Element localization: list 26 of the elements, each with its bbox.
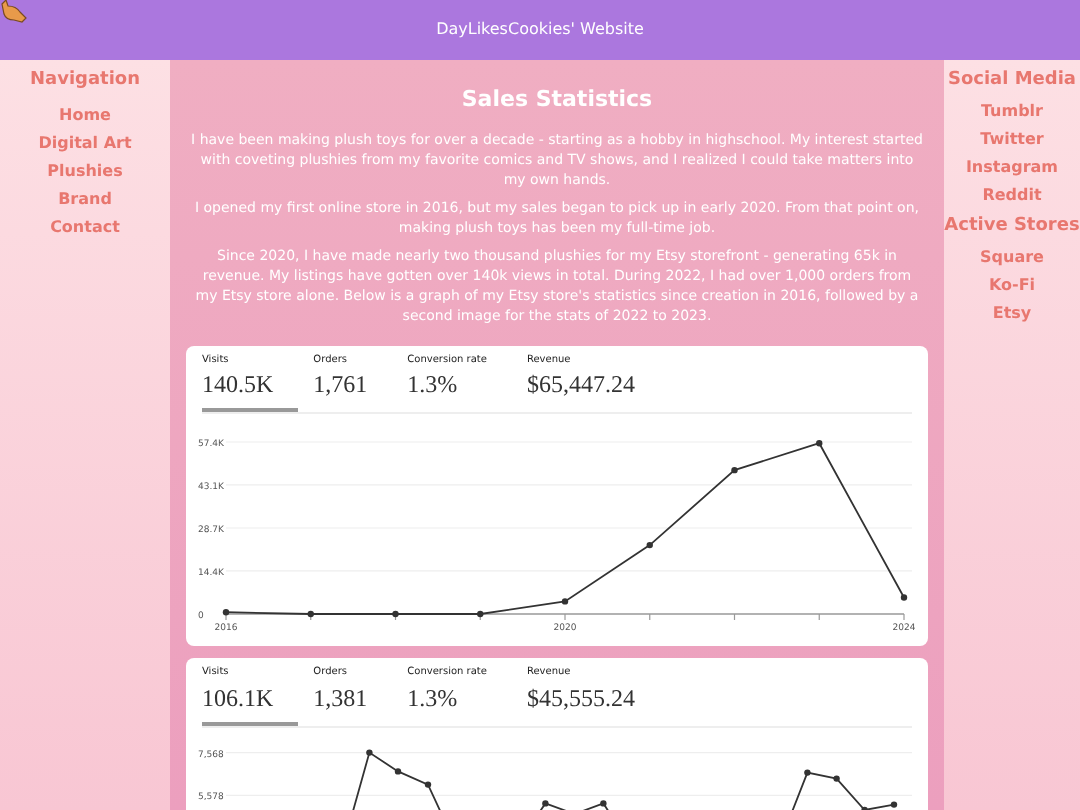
sidebar-link[interactable]: Reddit <box>982 182 1042 210</box>
data-point <box>477 610 484 618</box>
page-heading: Sales Statistics <box>461 84 653 116</box>
site-title: DayLikesCookies' Website <box>436 18 644 42</box>
sidebar-link[interactable]: Brand <box>58 185 112 213</box>
sidebar-heading: Social Media <box>947 70 1077 92</box>
data-point <box>222 609 230 616</box>
sidebar-link[interactable]: Plushies <box>47 157 123 185</box>
sidebar-link[interactable]: Instagram <box>965 154 1059 182</box>
data-point <box>731 466 738 474</box>
sidebar-link[interactable]: Digital Art <box>38 129 132 157</box>
data-point <box>900 594 908 601</box>
sidebar-link[interactable]: Square <box>980 244 1044 272</box>
data-point <box>561 598 569 605</box>
sidebar-link[interactable]: Twitter <box>980 126 1044 154</box>
data-point <box>392 610 399 618</box>
data-point <box>307 610 314 618</box>
sidebar-heading: Navigation <box>29 68 141 94</box>
sidebar-link[interactable]: Home <box>59 101 111 129</box>
data-point <box>646 541 653 549</box>
sidebar-link[interactable]: Contact <box>50 213 120 241</box>
sidebar-link[interactable]: Ko-Fi <box>988 272 1036 300</box>
data-point <box>816 440 823 447</box>
sidebar-link[interactable]: Tumblr <box>980 98 1043 126</box>
sidebar-heading: Active Stores <box>944 216 1080 238</box>
sidebar-link[interactable]: Etsy <box>992 300 1032 328</box>
